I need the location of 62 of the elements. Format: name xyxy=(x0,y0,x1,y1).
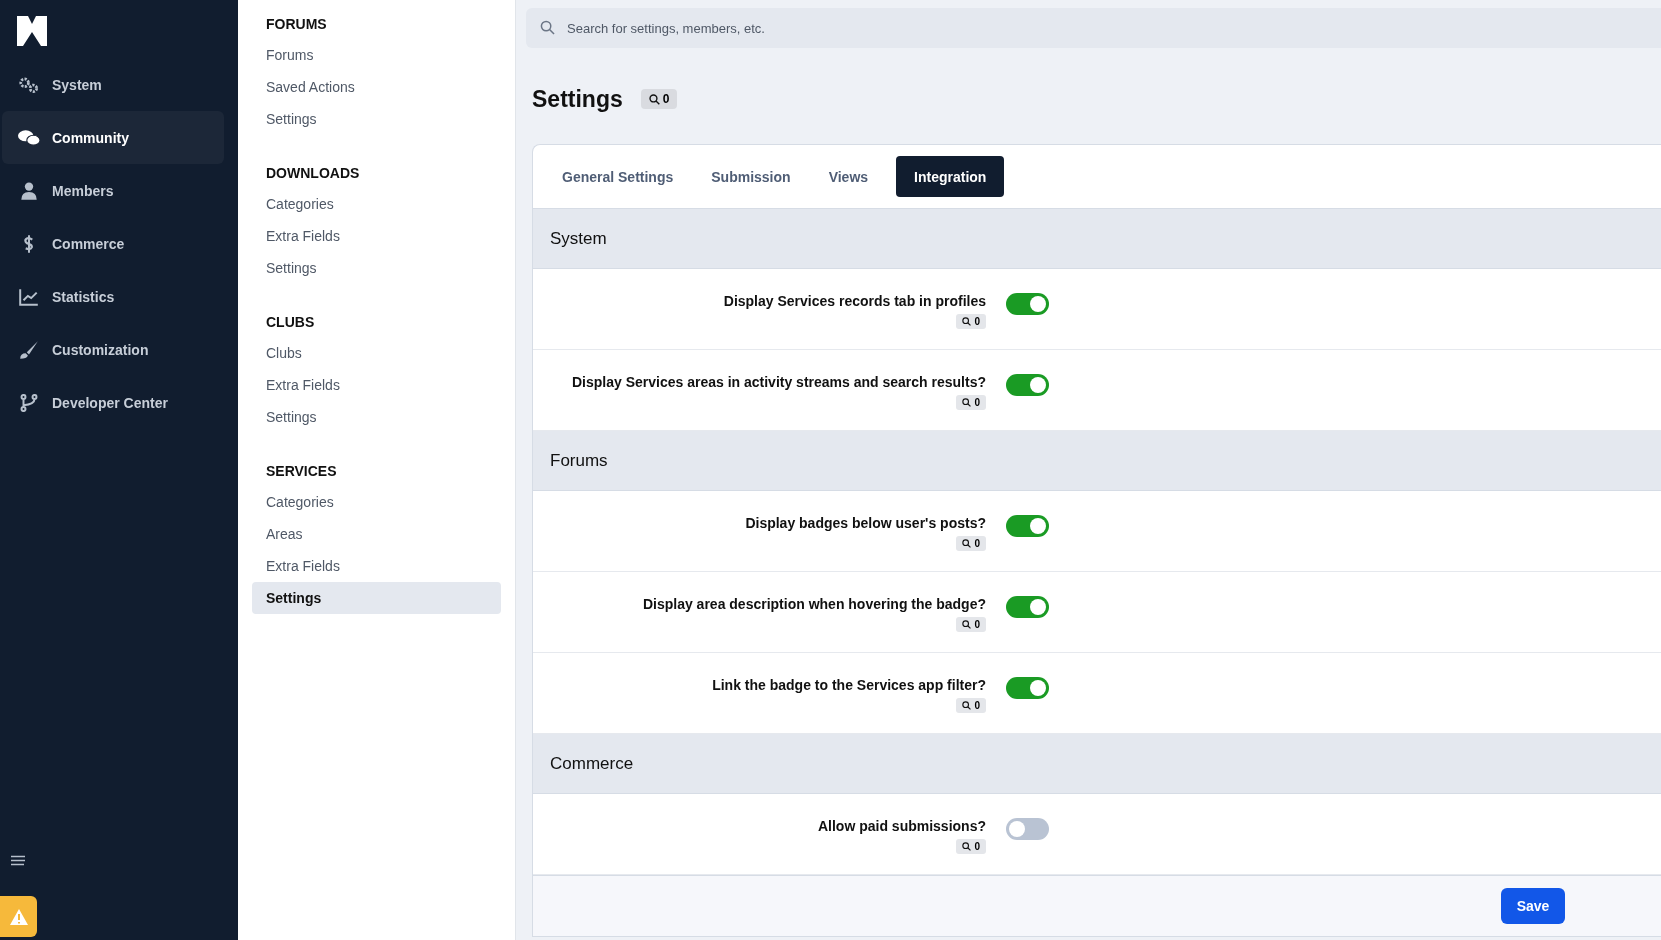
toggle-switch[interactable] xyxy=(1006,515,1049,537)
setting-label: Allow paid submissions? xyxy=(817,818,986,834)
sidebar-item[interactable]: Developer Center xyxy=(2,376,224,429)
subnav-item[interactable]: Clubs xyxy=(252,337,501,369)
save-button[interactable]: Save xyxy=(1501,888,1565,924)
toggle-switch[interactable] xyxy=(1006,677,1049,699)
setting-label: Display badges below user's posts? xyxy=(745,515,986,531)
section-header: Commerce xyxy=(533,734,1661,794)
line-chart-icon xyxy=(18,287,40,306)
subnav-item[interactable]: Saved Actions xyxy=(252,71,501,103)
subnav-item[interactable]: Extra Fields xyxy=(252,550,501,582)
section-heading: SERVICES xyxy=(265,463,338,481)
section-heading: FORUMS xyxy=(265,16,328,34)
subnav-item[interactable]: Categories xyxy=(252,188,501,220)
tab[interactable]: General Settings xyxy=(552,156,684,197)
tab[interactable]: Integration xyxy=(896,156,1005,197)
subnav-item[interactable]: Settings xyxy=(252,252,501,284)
menu-icon[interactable] xyxy=(11,855,25,866)
toggle-switch[interactable] xyxy=(1006,596,1049,618)
subnav-item[interactable]: Extra Fields xyxy=(252,369,501,401)
sidebar-item[interactable]: Members xyxy=(2,164,224,217)
toggle-switch[interactable] xyxy=(1006,374,1049,396)
page-title: Settings xyxy=(532,85,623,113)
toggle-switch[interactable] xyxy=(1006,818,1049,840)
setting-label: Link the badge to the Services app filter? xyxy=(712,677,986,693)
tab[interactable]: Submission xyxy=(701,156,801,197)
sidebar-item[interactable]: System xyxy=(2,58,224,111)
subnav-item[interactable]: Settings xyxy=(252,103,501,135)
search-field[interactable]: Search for settings, members, etc. xyxy=(526,8,1661,48)
search-count-badge: 0 xyxy=(956,698,986,713)
search-count-badge: 0 xyxy=(956,314,986,329)
setting-label: Display Services records tab in profiles xyxy=(723,293,986,309)
subnav-item[interactable]: Settings xyxy=(252,582,501,614)
subnav-item[interactable]: Categories xyxy=(252,486,501,518)
warning-icon xyxy=(8,907,29,926)
subnav-item[interactable]: Extra Fields xyxy=(252,220,501,252)
search-count-badge: 0 xyxy=(956,395,986,410)
subnav-item[interactable]: Areas xyxy=(252,518,501,550)
tab[interactable]: Views xyxy=(818,156,879,197)
setting-label: Display Services areas in activity streams and search results? xyxy=(572,374,986,390)
logo-icon xyxy=(16,16,48,46)
sidebar-item[interactable]: Statistics xyxy=(2,270,224,323)
search-count-badge: 0 xyxy=(956,536,986,551)
subnav-item[interactable]: Forums xyxy=(252,39,501,71)
sidebar-item[interactable]: Commerce xyxy=(2,217,224,270)
subnav-item[interactable]: Settings xyxy=(252,401,501,433)
section-header: System xyxy=(533,209,1661,269)
sidebar-item[interactable]: Community xyxy=(2,111,224,164)
chat-icon xyxy=(18,128,40,147)
search-count-badge: 0 xyxy=(956,617,986,632)
setting-label: Display area description when hovering the badge? xyxy=(642,596,986,612)
section-heading: DOWNLOADS xyxy=(265,165,361,183)
section-heading: CLUBS xyxy=(265,314,316,332)
toggle-switch[interactable] xyxy=(1006,293,1049,315)
brush-icon xyxy=(18,340,40,359)
search-count-badge: 0 xyxy=(956,839,986,854)
branch-icon xyxy=(18,393,40,412)
search-count-badge: 0 xyxy=(640,89,678,109)
user-icon xyxy=(18,181,40,200)
section-header: Forums xyxy=(533,431,1661,491)
gears-icon xyxy=(18,75,40,94)
sidebar-item[interactable]: Customization xyxy=(2,323,224,376)
